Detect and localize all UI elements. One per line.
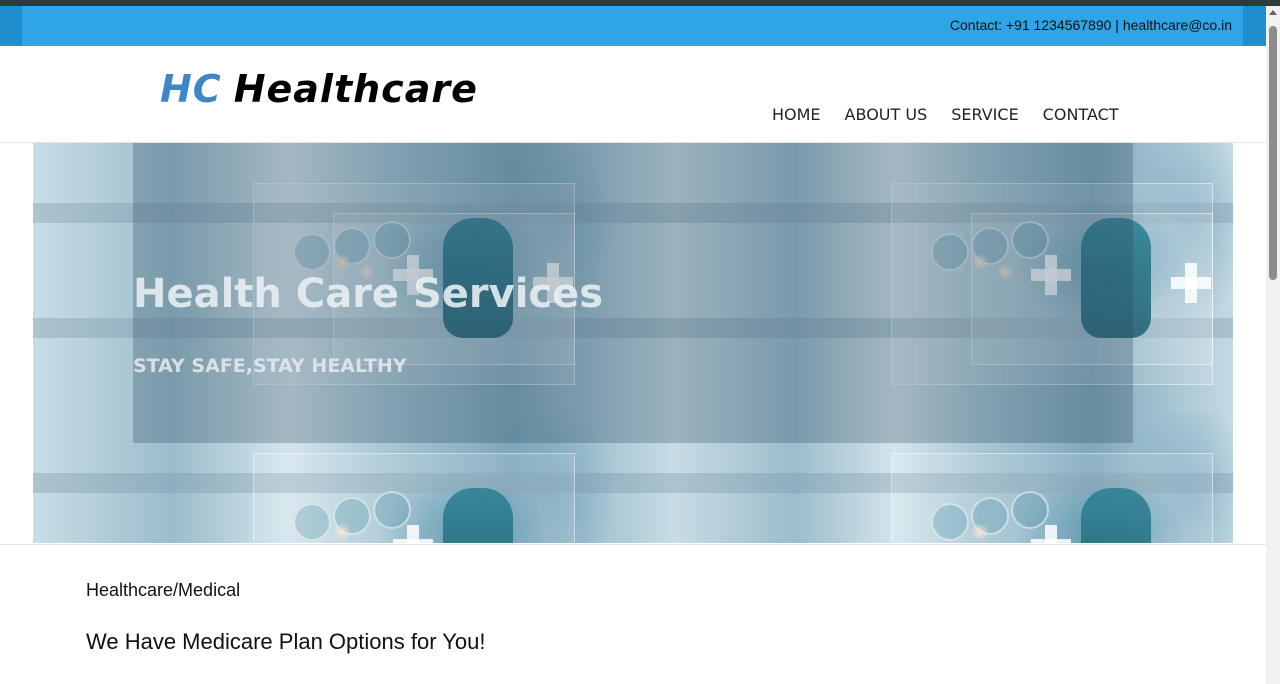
hero-banner: Health Care Services STAY SAFE,STAY HEAL… bbox=[33, 143, 1233, 543]
logo-word: Healthcare bbox=[233, 67, 478, 111]
site-logo[interactable]: HC Healthcare bbox=[160, 70, 478, 108]
logo-mark: HC bbox=[160, 67, 222, 111]
hero-subtitle: STAY SAFE,STAY HEALTHY bbox=[133, 355, 407, 377]
contact-bar: Contact: +91 1234567890 | healthcare@co.… bbox=[0, 6, 1266, 46]
section-category: Healthcare/Medical bbox=[86, 580, 241, 600]
scroll-up-icon[interactable] bbox=[1269, 10, 1277, 15]
site-header: HC Healthcare HOME ABOUT US SERVICE CONTA… bbox=[0, 46, 1266, 143]
nav-contact[interactable]: CONTACT bbox=[1043, 105, 1119, 124]
contact-bar-edge-right bbox=[1243, 6, 1266, 46]
nav-about-us[interactable]: ABOUT US bbox=[845, 105, 928, 124]
contact-bar-edge-left bbox=[0, 6, 22, 46]
nav-service[interactable]: SERVICE bbox=[951, 105, 1018, 124]
scrollbar-thumb[interactable] bbox=[1269, 26, 1277, 280]
contact-info: Contact: +91 1234567890 | healthcare@co.… bbox=[949, 17, 1232, 33]
section-headline: We Have Medicare Plan Options for You! bbox=[86, 629, 486, 654]
page-scrollbar[interactable] bbox=[1266, 6, 1280, 684]
section-divider bbox=[0, 544, 1266, 545]
main-nav: HOME ABOUT US SERVICE CONTACT bbox=[772, 105, 1143, 124]
hero-title: Health Care Services bbox=[133, 271, 604, 317]
browser-viewport: Contact: +91 1234567890 | healthcare@co.… bbox=[0, 0, 1280, 684]
nav-home[interactable]: HOME bbox=[772, 105, 821, 124]
